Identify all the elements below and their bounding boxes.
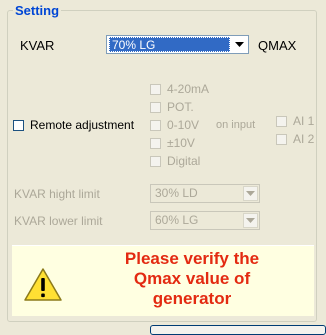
signal-pm10v-checkbox[interactable]: [150, 138, 161, 149]
high-limit-value: 30% LD: [155, 186, 198, 200]
signal-0-10v-checkbox[interactable]: [150, 120, 161, 131]
signal-pot-label: POT.: [167, 100, 194, 114]
chevron-down-icon[interactable]: [232, 37, 247, 52]
kvar-select-value: 70% LG: [109, 37, 230, 52]
low-limit-label: KVAR lower limit: [14, 214, 103, 228]
warning-line-2: Qmax value of: [133, 269, 251, 288]
kvar-unit: QMAX: [258, 38, 297, 53]
remote-adjustment-checkbox[interactable]: [13, 120, 24, 131]
kvar-label: KVAR: [20, 38, 55, 53]
high-limit-select[interactable]: 30% LD: [150, 184, 260, 203]
low-limit-value: 60% LG: [155, 213, 199, 227]
signal-4-20ma-label: 4-20mA: [167, 82, 210, 96]
signal-digital-checkbox[interactable]: [150, 156, 161, 167]
chevron-down-icon[interactable]: [243, 186, 258, 201]
signal-pot-checkbox[interactable]: [150, 102, 161, 113]
ai2-label: AI 2: [293, 132, 315, 146]
partial-button[interactable]: [150, 325, 326, 335]
remote-adjustment-label: Remote adjustment: [30, 118, 135, 132]
low-limit-select[interactable]: 60% LG: [150, 211, 260, 230]
high-limit-label: KVAR hight limit: [14, 187, 100, 201]
warning-icon: [23, 267, 63, 306]
on-input-label: on input: [216, 119, 256, 131]
group-title: Setting: [13, 3, 62, 18]
signal-4-20ma-checkbox[interactable]: [150, 84, 161, 95]
ai1-checkbox[interactable]: [276, 116, 287, 127]
ai2-checkbox[interactable]: [276, 134, 287, 145]
warning-line-1: Please verify the: [124, 249, 260, 268]
signal-pm10v-label: ±10V: [167, 136, 195, 150]
signal-digital-label: Digital: [167, 154, 201, 168]
kvar-select[interactable]: 70% LG: [106, 35, 249, 54]
ai1-label: AI 1: [293, 114, 315, 128]
warning-line-3: generator: [152, 289, 232, 308]
signal-0-10v-label: 0-10V: [167, 118, 200, 132]
warning-message: Please verify the Qmax value of generato…: [92, 249, 292, 309]
chevron-down-icon[interactable]: [243, 213, 258, 228]
